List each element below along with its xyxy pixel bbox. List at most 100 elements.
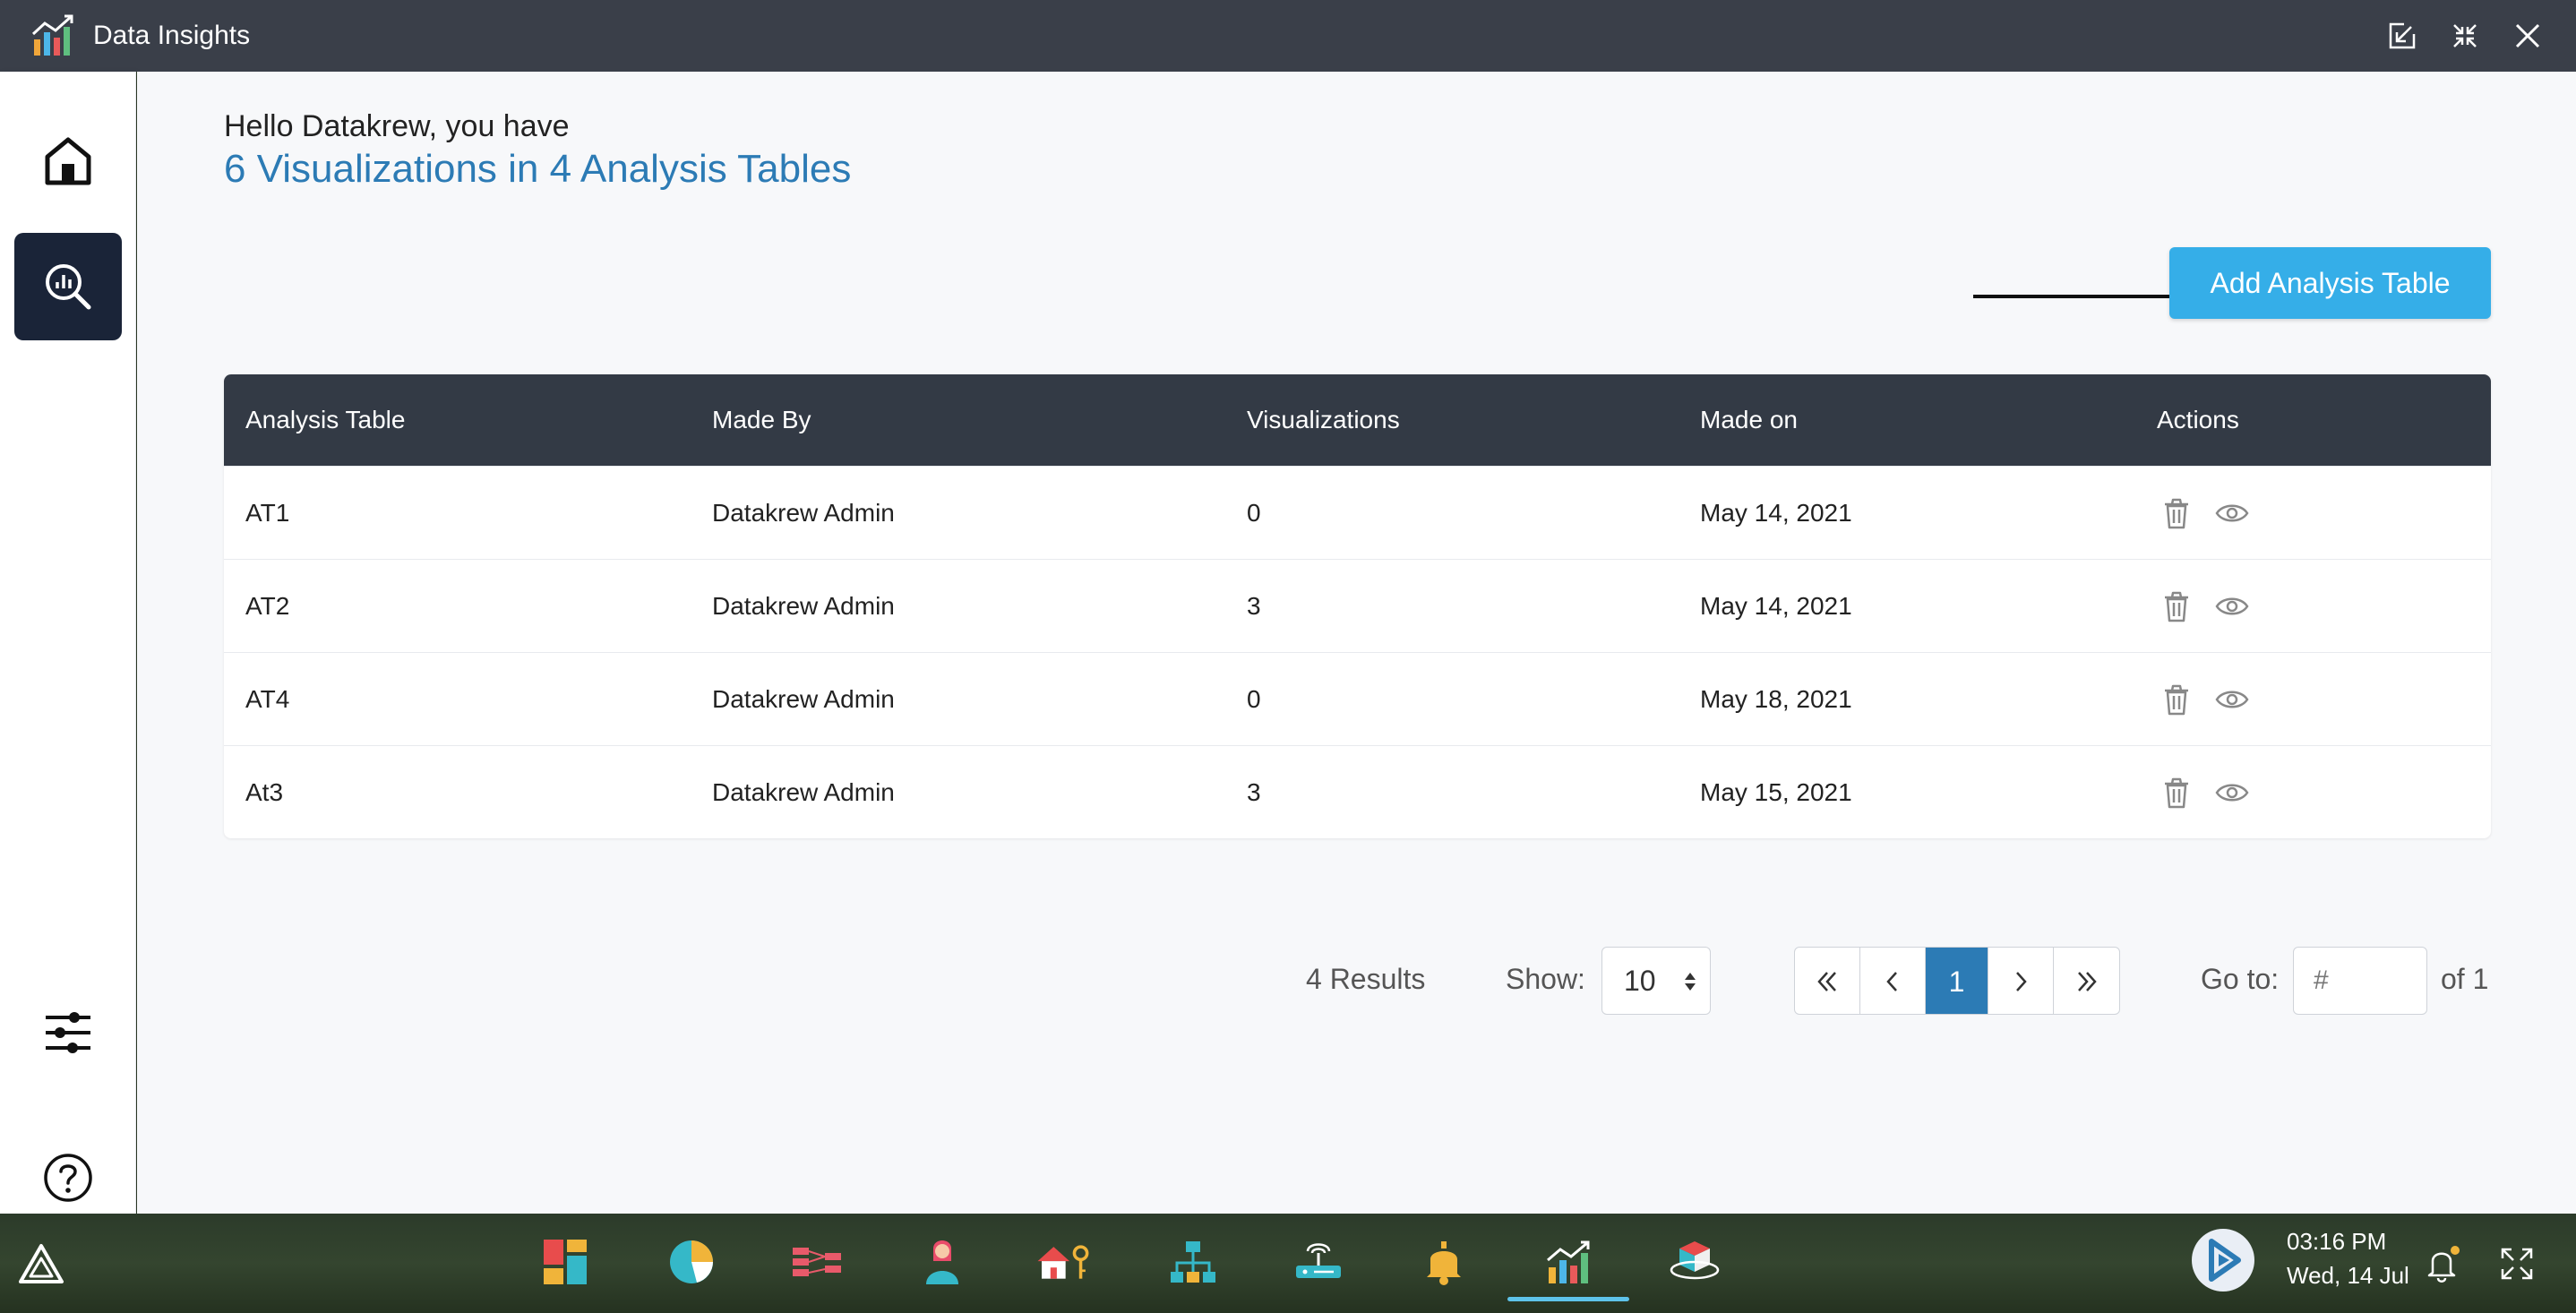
trash-icon[interactable]: [2159, 682, 2194, 717]
help-icon: [44, 1154, 92, 1202]
collapse-icon: [2453, 24, 2477, 47]
taskbar-reports-app[interactable]: [663, 1233, 720, 1291]
pagination-controls: 1: [1794, 947, 2120, 1015]
cell-made-by: Datakrew Admin: [712, 498, 895, 527]
cell-name: AT4: [245, 684, 290, 713]
fullscreen-button[interactable]: [2492, 1239, 2542, 1289]
bell-outline-icon: [2427, 1246, 2460, 1283]
sidebar-home-button[interactable]: [14, 107, 122, 215]
clock-date: Wed, 14 Jul: [2287, 1262, 2409, 1289]
taskbar-alerts-app[interactable]: [1415, 1233, 1473, 1291]
cell-made-on: May 15, 2021: [1700, 777, 1852, 806]
notifications-button[interactable]: [2418, 1239, 2469, 1289]
cell-name: AT2: [245, 591, 290, 620]
trash-icon[interactable]: [2159, 588, 2194, 624]
taskbar-workflow-app[interactable]: [788, 1233, 846, 1291]
close-button[interactable]: [2508, 16, 2547, 56]
title-bar: Data Insights: [0, 0, 2576, 72]
triangle-logo-icon: [19, 1244, 64, 1283]
pie-chart-icon: [670, 1240, 713, 1283]
cell-made-on: May 14, 2021: [1700, 591, 1852, 620]
launcher-button[interactable]: [13, 1235, 70, 1292]
cell-made-on: May 18, 2021: [1700, 684, 1852, 713]
dashboard-tiles-icon: [544, 1240, 587, 1284]
header-analysis-table: Analysis Table: [245, 406, 406, 433]
eye-icon[interactable]: [2214, 588, 2250, 624]
header-actions: Actions: [2157, 406, 2239, 433]
cell-made-by: Datakrew Admin: [712, 777, 895, 806]
flow-nodes-icon: [793, 1248, 841, 1276]
double-chevron-right-icon: [2077, 972, 2097, 991]
header-made-by: Made By: [712, 406, 811, 433]
goto-page-input[interactable]: [2293, 947, 2427, 1015]
double-chevron-left-icon: [1817, 972, 1836, 991]
popout-icon: [2389, 21, 2417, 49]
cell-visualizations: 0: [1247, 498, 1261, 527]
taskbar-hierarchy-app[interactable]: [1164, 1233, 1222, 1291]
sidebar: [0, 72, 136, 1214]
first-page-button[interactable]: [1795, 948, 1860, 1014]
taskbar-3d-app[interactable]: [1666, 1233, 1723, 1291]
window-title: Data Insights: [93, 21, 251, 50]
router-icon: [1296, 1243, 1341, 1278]
table-header: Analysis Table Made By Visualizations Ma…: [224, 374, 2491, 466]
user-avatar[interactable]: [2189, 1226, 2257, 1294]
cell-name: At3: [245, 777, 284, 806]
table-row[interactable]: At3 Datakrew Admin 3 May 15, 2021: [224, 745, 2491, 838]
results-count: 4 Results: [1306, 963, 1426, 995]
taskbar-devices-app[interactable]: [1290, 1233, 1347, 1291]
cell-made-on: May 14, 2021: [1700, 498, 1852, 527]
analytics-search-icon: [46, 264, 91, 310]
cell-made-by: Datakrew Admin: [712, 684, 895, 713]
close-icon: [2515, 23, 2540, 48]
eye-icon[interactable]: [2214, 682, 2250, 717]
minimize-button[interactable]: [2445, 16, 2485, 56]
show-label: Show:: [1506, 963, 1585, 995]
cell-made-by: Datakrew Admin: [712, 591, 895, 620]
cell-visualizations: 3: [1247, 777, 1261, 806]
taskbar-access-app[interactable]: [1035, 1233, 1092, 1291]
sidebar-insights-button[interactable]: [14, 233, 122, 340]
bell-icon: [1427, 1241, 1461, 1285]
goto-label: Go to:: [2201, 963, 2280, 995]
popout-button[interactable]: [2383, 16, 2422, 56]
table-row[interactable]: AT2 Datakrew Admin 3 May 14, 2021: [224, 559, 2491, 652]
chevron-left-icon: [1886, 972, 1897, 991]
chevron-right-icon: [2016, 972, 2027, 991]
add-analysis-table-button[interactable]: Add Analysis Table: [2169, 247, 2491, 319]
avatar-logo-icon: [2192, 1229, 2254, 1292]
taskbar-users-app[interactable]: [914, 1233, 971, 1291]
rotating-cube-icon: [1670, 1241, 1720, 1280]
header-made-on: Made on: [1700, 406, 1798, 433]
eye-icon[interactable]: [2214, 775, 2250, 811]
trash-icon[interactable]: [2159, 495, 2194, 531]
prev-page-button[interactable]: [1860, 948, 1926, 1014]
last-page-button[interactable]: [2054, 948, 2119, 1014]
eye-icon[interactable]: [2214, 495, 2250, 531]
main-content: Hello Datakrew, you have 6 Visualization…: [137, 72, 2576, 1214]
analysis-table: Analysis Table Made By Visualizations Ma…: [224, 374, 2491, 838]
next-page-button[interactable]: [1988, 948, 2054, 1014]
active-app-indicator: [1507, 1297, 1629, 1301]
sliders-icon: [46, 1012, 90, 1053]
expand-icon: [2501, 1248, 2533, 1280]
table-row[interactable]: AT4 Datakrew Admin 0 May 18, 2021: [224, 652, 2491, 745]
taskbar-data-insights-app[interactable]: [1541, 1233, 1598, 1291]
home-icon: [45, 137, 91, 185]
bar-chart-trend-icon: [1547, 1240, 1590, 1283]
cell-visualizations: 3: [1247, 591, 1261, 620]
page-size-value: 10: [1624, 964, 1656, 997]
data-insights-app-icon: [31, 14, 73, 56]
taskbar: 03:16 PM Wed, 14 Jul: [0, 1214, 2576, 1313]
summary-heading: 6 Visualizations in 4 Analysis Tables: [224, 147, 852, 191]
sidebar-settings-button[interactable]: [14, 979, 122, 1086]
page-size-select[interactable]: 10: [1601, 947, 1711, 1015]
trash-icon[interactable]: [2159, 775, 2194, 811]
table-row[interactable]: AT1 Datakrew Admin 0 May 14, 2021: [224, 466, 2491, 559]
current-page-button[interactable]: 1: [1926, 948, 1988, 1014]
clock-time: 03:16 PM: [2287, 1228, 2387, 1255]
header-visualizations: Visualizations: [1247, 406, 1400, 433]
home-key-icon: [1037, 1245, 1089, 1279]
taskbar-dashboard-app[interactable]: [537, 1233, 595, 1291]
cell-name: AT1: [245, 498, 290, 527]
